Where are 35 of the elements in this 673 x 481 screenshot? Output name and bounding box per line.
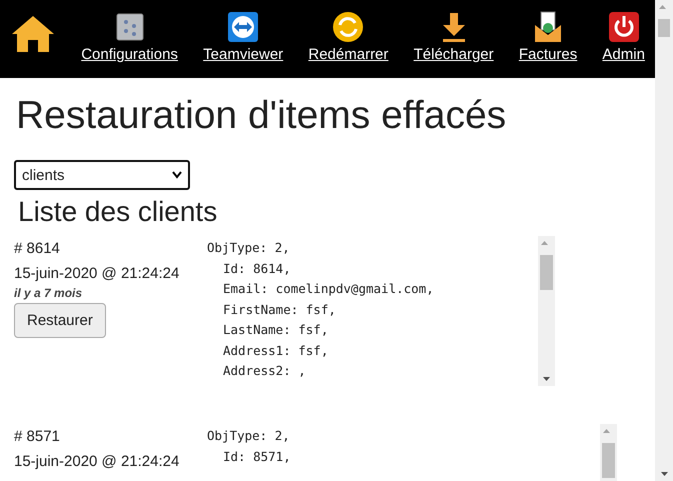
data-line: Address1: fsf, — [222, 342, 330, 360]
data-line: Id: 8571, — [222, 448, 292, 466]
list-title: Liste des clients — [18, 196, 218, 228]
power-icon[interactable] — [608, 11, 640, 43]
scrollbar-thumb[interactable] — [602, 443, 615, 478]
scrollbar-thumb[interactable] — [540, 255, 553, 290]
deleted-date: 15-juin-2020 @ 21:24:24 — [14, 452, 180, 472]
scrollbar[interactable] — [538, 236, 555, 386]
data-line: Address2: , — [222, 362, 307, 380]
data-line: ObjType: 2, — [207, 427, 291, 445]
nav-link[interactable]: Teamviewer — [203, 46, 284, 63]
record-id: # 8571 — [14, 427, 61, 447]
refresh-icon[interactable] — [332, 11, 364, 43]
data-line: ObjType: 2, — [207, 239, 291, 257]
nav-link[interactable]: Redémarrer — [308, 46, 388, 63]
nav-link[interactable]: Configurations — [81, 46, 178, 63]
record-id: # 8614 — [14, 239, 61, 259]
nav-link[interactable]: Admin — [602, 46, 645, 63]
table-select[interactable]: clients — [14, 160, 190, 190]
control-panel-icon[interactable] — [114, 11, 146, 43]
page-title: Restauration d'items effacés — [16, 94, 508, 138]
data-line: Email: comelinpdv@gmail.com, — [222, 280, 435, 298]
scrollbar[interactable] — [600, 424, 617, 481]
nav-link[interactable]: Télécharger — [414, 46, 494, 63]
data-line: Id: 8614, — [222, 260, 292, 278]
scrollbar-thumb[interactable] — [658, 19, 670, 37]
deleted-date: 15-juin-2020 @ 21:24:24 — [14, 264, 180, 284]
dropdown-caret-icon[interactable] — [172, 171, 182, 179]
time-ago: il y a 7 mois — [14, 286, 84, 300]
data-line: LastName: fsf, — [222, 321, 330, 339]
restore-button[interactable]: Restaurer — [14, 303, 106, 338]
data-line: FirstName: fsf, — [222, 300, 337, 318]
nav-link[interactable]: Factures — [518, 46, 578, 63]
page-scrollbar[interactable] — [655, 0, 673, 481]
house-icon[interactable] — [10, 14, 56, 54]
